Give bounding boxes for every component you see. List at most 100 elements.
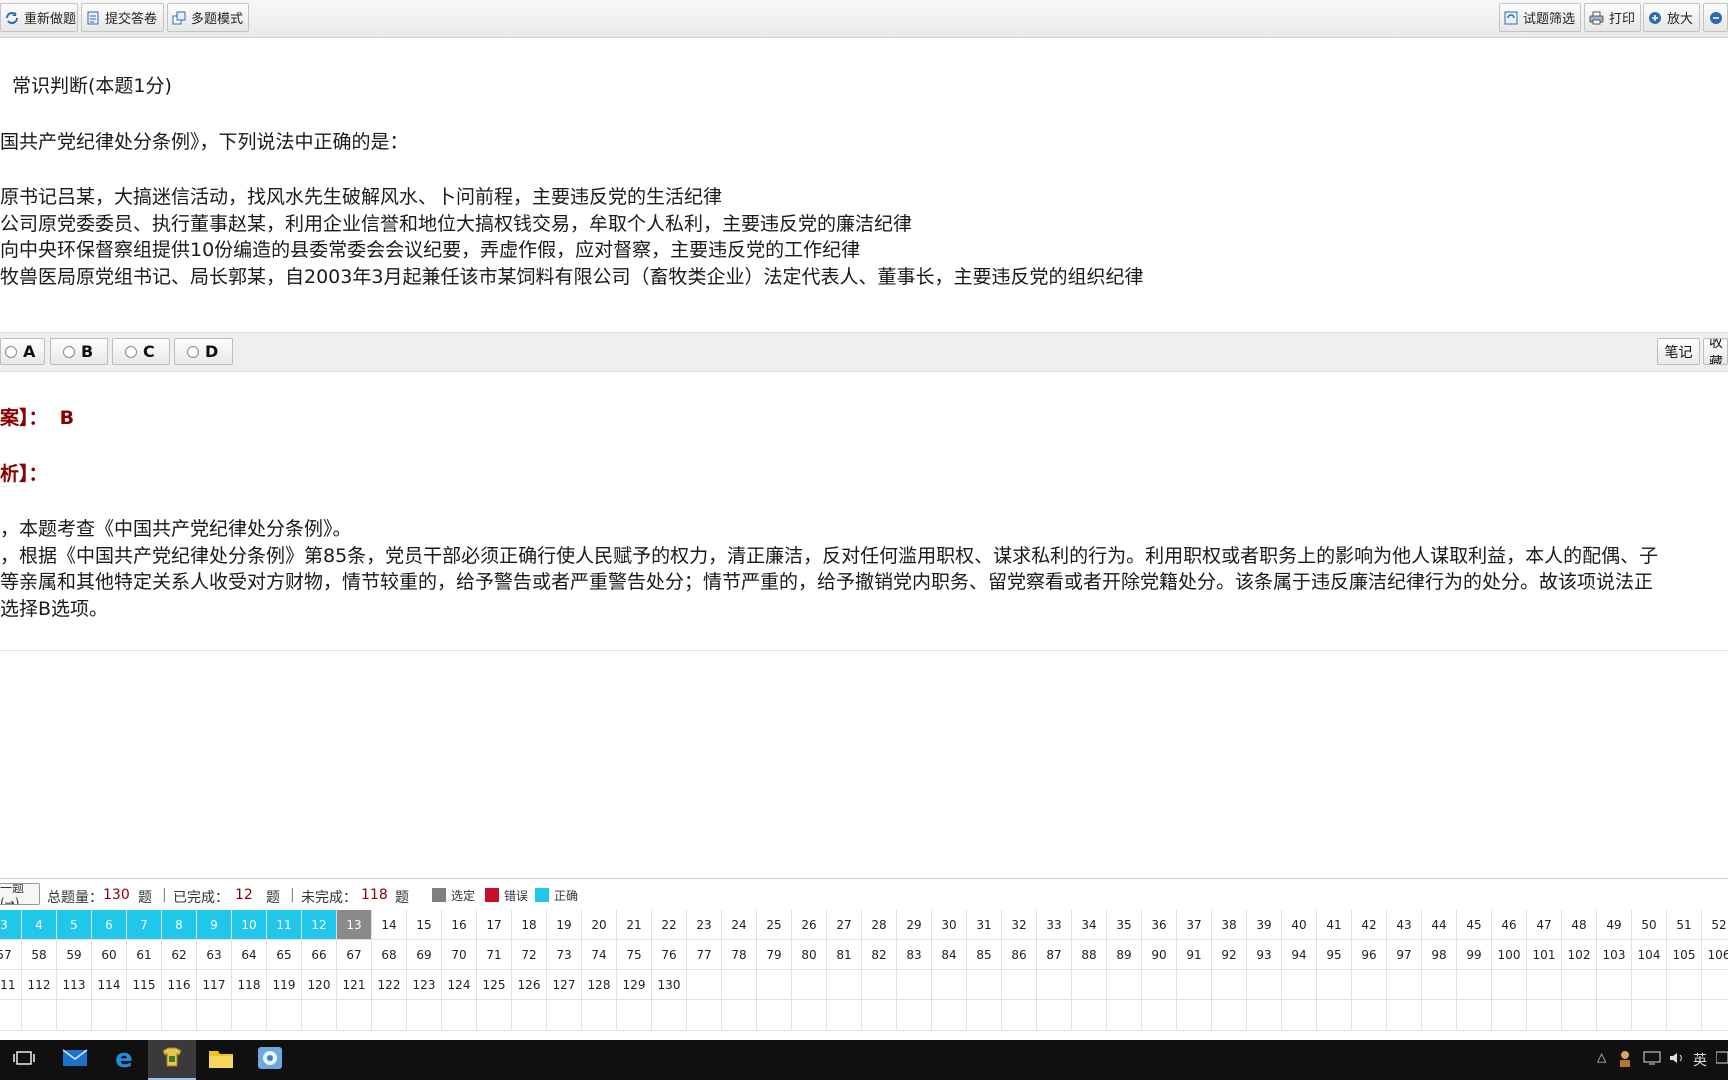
question-number-cell[interactable]: 65 — [267, 940, 302, 970]
question-number-cell[interactable]: 58 — [22, 940, 57, 970]
question-number-cell[interactable]: 66 — [302, 940, 337, 970]
question-number-cell[interactable]: 21 — [617, 910, 652, 940]
question-number-cell[interactable]: 15 — [407, 910, 442, 940]
question-number-cell[interactable]: 17 — [477, 910, 512, 940]
question-number-cell[interactable]: 113 — [57, 970, 92, 1000]
task-view-button[interactable] — [0, 1040, 48, 1080]
question-number-cell[interactable]: 94 — [1282, 940, 1317, 970]
question-number-cell[interactable]: 67 — [337, 940, 372, 970]
question-number-cell[interactable]: 59 — [57, 940, 92, 970]
tray-app-icon[interactable] — [1618, 1050, 1632, 1072]
edge-browser-button[interactable]: e — [100, 1040, 148, 1080]
question-number-cell[interactable]: 50 — [1632, 910, 1667, 940]
question-number-cell[interactable]: 124 — [442, 970, 477, 1000]
question-number-cell[interactable]: 72 — [512, 940, 547, 970]
question-number-cell[interactable]: 33 — [1037, 910, 1072, 940]
question-number-cell[interactable]: 125 — [477, 970, 512, 1000]
question-number-cell[interactable]: 87 — [1037, 940, 1072, 970]
question-number-cell[interactable]: 73 — [547, 940, 582, 970]
radio-c[interactable] — [125, 346, 137, 358]
question-number-cell[interactable]: 24 — [722, 910, 757, 940]
notification-icon[interactable] — [1716, 1050, 1728, 1070]
question-number-cell[interactable]: 4 — [22, 910, 57, 940]
question-number-cell[interactable]: 111 — [0, 970, 22, 1000]
question-number-cell[interactable]: 93 — [1247, 940, 1282, 970]
question-number-cell[interactable]: 8 — [162, 910, 197, 940]
question-number-cell[interactable]: 13 — [337, 910, 372, 940]
question-number-cell[interactable]: 16 — [442, 910, 477, 940]
question-number-cell[interactable]: 35 — [1107, 910, 1142, 940]
collect-button[interactable]: 收藏 — [1703, 338, 1728, 365]
question-number-cell[interactable]: 130 — [652, 970, 687, 1000]
question-number-cell[interactable]: 32 — [1002, 910, 1037, 940]
question-number-cell[interactable]: 46 — [1492, 910, 1527, 940]
question-number-cell[interactable]: 60 — [92, 940, 127, 970]
question-number-cell[interactable]: 106 — [1702, 940, 1728, 970]
question-number-cell[interactable]: 118 — [232, 970, 267, 1000]
question-number-cell[interactable]: 9 — [197, 910, 232, 940]
question-number-cell[interactable]: 81 — [827, 940, 862, 970]
question-number-cell[interactable]: 11 — [267, 910, 302, 940]
question-number-cell[interactable]: 34 — [1072, 910, 1107, 940]
question-number-cell[interactable]: 97 — [1387, 940, 1422, 970]
question-number-cell[interactable]: 95 — [1317, 940, 1352, 970]
question-number-cell[interactable]: 105 — [1667, 940, 1702, 970]
question-number-cell[interactable]: 31 — [967, 910, 1002, 940]
question-number-cell[interactable]: 122 — [372, 970, 407, 1000]
question-number-cell[interactable]: 77 — [687, 940, 722, 970]
question-number-cell[interactable]: 14 — [372, 910, 407, 940]
question-number-cell[interactable]: 18 — [512, 910, 547, 940]
mail-app-button[interactable] — [51, 1040, 99, 1080]
print-button[interactable]: 打印 — [1584, 3, 1641, 32]
question-number-cell[interactable]: 68 — [372, 940, 407, 970]
radio-b[interactable] — [63, 346, 75, 358]
question-number-cell[interactable]: 40 — [1282, 910, 1317, 940]
question-number-cell[interactable]: 71 — [477, 940, 512, 970]
question-number-cell[interactable]: 48 — [1562, 910, 1597, 940]
question-number-cell[interactable]: 84 — [932, 940, 967, 970]
choice-d-button[interactable]: D — [174, 338, 233, 365]
question-number-cell[interactable]: 80 — [792, 940, 827, 970]
photo-app-button[interactable] — [246, 1040, 294, 1080]
question-number-cell[interactable]: 92 — [1212, 940, 1247, 970]
question-number-cell[interactable]: 101 — [1527, 940, 1562, 970]
question-number-cell[interactable]: 29 — [897, 910, 932, 940]
question-number-cell[interactable]: 52 — [1702, 910, 1728, 940]
question-number-cell[interactable]: 103 — [1597, 940, 1632, 970]
question-number-cell[interactable]: 88 — [1072, 940, 1107, 970]
question-number-cell[interactable]: 121 — [337, 970, 372, 1000]
question-number-cell[interactable]: 96 — [1352, 940, 1387, 970]
zoom-out-button[interactable] — [1703, 3, 1728, 32]
question-number-cell[interactable]: 90 — [1142, 940, 1177, 970]
question-number-cell[interactable]: 126 — [512, 970, 547, 1000]
active-app-button[interactable] — [148, 1040, 196, 1080]
question-number-cell[interactable]: 99 — [1457, 940, 1492, 970]
question-number-cell[interactable]: 104 — [1632, 940, 1667, 970]
choice-c-button[interactable]: C — [112, 338, 170, 365]
question-number-cell[interactable]: 123 — [407, 970, 442, 1000]
question-number-cell[interactable]: 127 — [547, 970, 582, 1000]
question-number-cell[interactable]: 39 — [1247, 910, 1282, 940]
question-number-cell[interactable]: 49 — [1597, 910, 1632, 940]
question-number-cell[interactable]: 75 — [617, 940, 652, 970]
question-number-cell[interactable]: 91 — [1177, 940, 1212, 970]
question-number-cell[interactable]: 20 — [582, 910, 617, 940]
radio-d[interactable] — [187, 346, 199, 358]
filter-questions-button[interactable]: 试题筛选 — [1499, 3, 1581, 32]
choice-a-button[interactable]: A — [0, 338, 45, 365]
question-number-cell[interactable]: 82 — [862, 940, 897, 970]
question-number-cell[interactable]: 57 — [0, 940, 22, 970]
redo-quiz-button[interactable]: 重新做题 — [0, 3, 78, 32]
question-number-cell[interactable]: 63 — [197, 940, 232, 970]
question-number-cell[interactable]: 70 — [442, 940, 477, 970]
question-number-cell[interactable]: 119 — [267, 970, 302, 1000]
question-number-cell[interactable]: 112 — [22, 970, 57, 1000]
question-number-cell[interactable]: 64 — [232, 940, 267, 970]
question-number-cell[interactable]: 36 — [1142, 910, 1177, 940]
question-number-cell[interactable]: 7 — [127, 910, 162, 940]
question-number-cell[interactable]: 114 — [92, 970, 127, 1000]
question-number-cell[interactable]: 26 — [792, 910, 827, 940]
question-number-cell[interactable]: 37 — [1177, 910, 1212, 940]
question-number-cell[interactable]: 28 — [862, 910, 897, 940]
question-number-cell[interactable]: 98 — [1422, 940, 1457, 970]
